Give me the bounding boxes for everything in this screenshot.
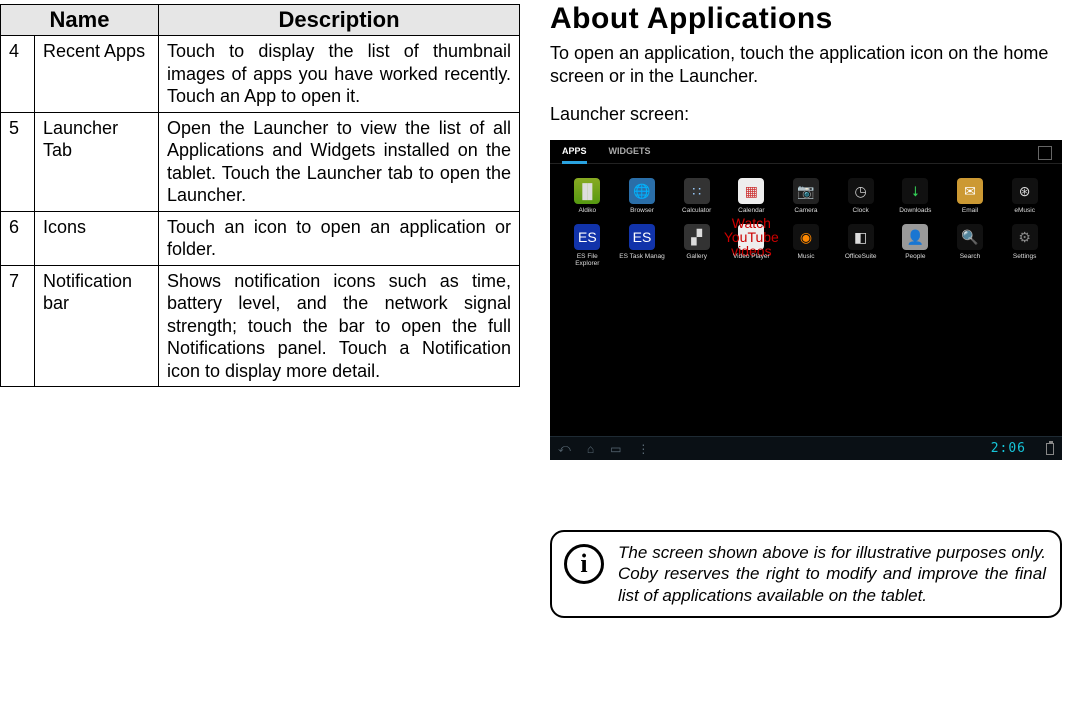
app-label: ES File Explorer <box>564 253 611 267</box>
app-music[interactable]: ◉ Music <box>783 224 830 267</box>
table-row: 4 Recent Apps Touch to display the list … <box>1 36 520 113</box>
row-name: Launcher Tab <box>35 112 159 211</box>
row-num: 4 <box>1 36 35 113</box>
row-desc: Touch an icon to open an application or … <box>159 211 520 265</box>
about-heading: About Applications <box>550 2 1073 36</box>
launcher-label: Launcher screen: <box>550 103 1073 126</box>
app-label: eMusic <box>1014 207 1035 214</box>
app-icon: 🌐 <box>629 178 655 204</box>
app-calendar[interactable]: ▦ Calendar <box>728 178 775 214</box>
row-num: 7 <box>1 265 35 387</box>
table-row: 5 Launcher Tab Open the Launcher to view… <box>1 112 520 211</box>
row-name: Icons <box>35 211 159 265</box>
about-intro: To open an application, touch the applic… <box>550 42 1073 89</box>
app-label: Aldiko <box>578 207 596 214</box>
tab-apps[interactable]: APPS <box>562 146 587 164</box>
app-icon: ⚙ <box>1012 224 1038 250</box>
launcher-screenshot: APPS WIDGETS ▐▌ Aldiko 🌐 Browser ∷ Calculator… <box>550 140 1062 460</box>
row-desc: Touch to display the list of thumbnail i… <box>159 36 520 113</box>
app-icon: ▞ <box>684 224 710 250</box>
app-icon: 🔍 <box>957 224 983 250</box>
shop-icon[interactable] <box>1038 146 1052 160</box>
app-label: Search <box>960 253 981 260</box>
app-aldiko[interactable]: ▐▌ Aldiko <box>564 178 611 214</box>
app-officesuite[interactable]: ◧ OfficeSuite <box>837 224 884 267</box>
info-note: i The screen shown above is for illustra… <box>550 530 1062 618</box>
launcher-tabs: APPS WIDGETS <box>550 140 1062 164</box>
app-clock[interactable]: ◷ Clock <box>837 178 884 214</box>
app-icon: ▐▌ <box>574 178 600 204</box>
th-name: Name <box>1 5 159 36</box>
app-emusic[interactable]: ⊛ eMusic <box>1001 178 1048 214</box>
app-browser[interactable]: 🌐 Browser <box>619 178 666 214</box>
app-icon: ES <box>629 224 655 250</box>
app-label: Music <box>798 253 815 260</box>
app-label: Clock <box>853 207 869 214</box>
row-name: Notification bar <box>35 265 159 387</box>
app-es-task-manag[interactable]: ES ES Task Manag <box>619 224 666 267</box>
info-icon: i <box>564 544 604 584</box>
system-nav-bar: ⤺ ⌂ ▭ ⋮ 2:06 <box>550 436 1062 460</box>
app-label: ES Task Manag <box>619 253 664 260</box>
home-icon[interactable]: ⌂ <box>587 442 594 456</box>
back-icon[interactable]: ⤺ <box>558 441 571 456</box>
app-label: Browser <box>630 207 654 214</box>
description-table: Name Description 4 Recent Apps Touch to … <box>0 4 520 387</box>
app-icon: ▦ <box>738 178 764 204</box>
row-num: 5 <box>1 112 35 211</box>
left-column: Name Description 4 Recent Apps Touch to … <box>0 0 520 704</box>
app-label: Camera <box>794 207 817 214</box>
app-icon: ∷ <box>684 178 710 204</box>
app-icon: 👤 <box>902 224 928 250</box>
app-video-player[interactable]: Watch YouTube videos Video Player <box>728 224 775 267</box>
app-downloads[interactable]: ⭣ Downloads <box>892 178 939 214</box>
app-icon: ✉ <box>957 178 983 204</box>
app-icon: ◧ <box>848 224 874 250</box>
battery-icon <box>1046 443 1054 455</box>
app-label: Video Player <box>733 253 770 260</box>
app-camera[interactable]: 📷 Camera <box>783 178 830 214</box>
app-label: Calculator <box>682 207 711 214</box>
app-icon: ◉ <box>793 224 819 250</box>
app-icon: ES <box>574 224 600 250</box>
row-desc: Shows notification icons such as time, b… <box>159 265 520 387</box>
app-label: People <box>905 253 925 260</box>
app-calculator[interactable]: ∷ Calculator <box>673 178 720 214</box>
row-name: Recent Apps <box>35 36 159 113</box>
table-row: 7 Notification bar Shows notification ic… <box>1 265 520 387</box>
app-gallery[interactable]: ▞ Gallery <box>673 224 720 267</box>
app-icon: 📷 <box>793 178 819 204</box>
right-column: About Applications To open an applicatio… <box>550 0 1073 704</box>
app-icon: ⭣ <box>902 178 928 204</box>
app-grid: ▐▌ Aldiko 🌐 Browser ∷ Calculator ▦ Calendar 📷 Cam… <box>550 164 1062 267</box>
app-icon: ◷ <box>848 178 874 204</box>
menu-icon[interactable]: ⋮ <box>637 442 649 456</box>
recent-icon[interactable]: ▭ <box>610 442 621 456</box>
app-label: Email <box>962 207 978 214</box>
app-search[interactable]: 🔍 Search <box>947 224 994 267</box>
app-settings[interactable]: ⚙ Settings <box>1001 224 1048 267</box>
th-description: Description <box>159 5 520 36</box>
row-num: 6 <box>1 211 35 265</box>
app-icon: Watch YouTube videos <box>738 224 764 250</box>
app-email[interactable]: ✉ Email <box>947 178 994 214</box>
app-people[interactable]: 👤 People <box>892 224 939 267</box>
app-es-file-explorer[interactable]: ES ES File Explorer <box>564 224 611 267</box>
table-row: 6 Icons Touch an icon to open an applica… <box>1 211 520 265</box>
tab-widgets[interactable]: WIDGETS <box>609 146 651 163</box>
app-label: Settings <box>1013 253 1037 260</box>
app-label: Downloads <box>899 207 931 214</box>
app-label: Gallery <box>686 253 707 260</box>
row-desc: Open the Launcher to view the list of al… <box>159 112 520 211</box>
app-icon: ⊛ <box>1012 178 1038 204</box>
app-label: Calendar <box>738 207 764 214</box>
note-text: The screen shown above is for illustrati… <box>618 542 1046 606</box>
app-label: OfficeSuite <box>845 253 877 260</box>
status-time: 2:06 <box>991 441 1026 456</box>
